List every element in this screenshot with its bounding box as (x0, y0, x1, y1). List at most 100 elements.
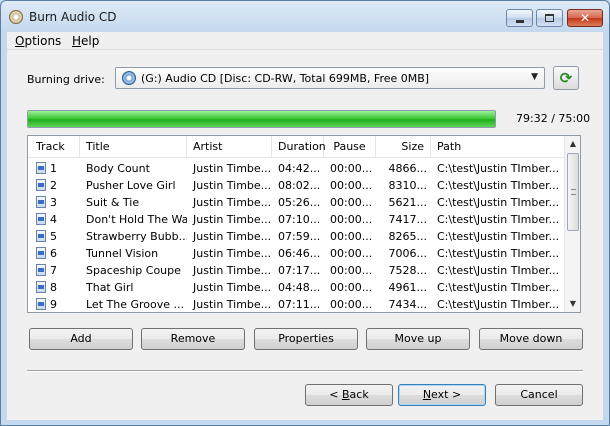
close-button[interactable]: ✕ (567, 9, 603, 27)
divider (27, 370, 583, 372)
properties-button[interactable]: Properties (254, 328, 358, 350)
audio-file-icon (36, 298, 46, 310)
move-down-button[interactable]: Move down (479, 328, 583, 350)
capacity-progress-fill (28, 111, 495, 127)
title-bar[interactable]: Burn Audio CD ✕ (1, 1, 609, 31)
cell-artist: Justin Timbe... (193, 281, 272, 294)
cell-path: C:\test\Justin TImber... (437, 213, 560, 226)
back-button[interactable]: < Back (305, 384, 393, 406)
capacity-time-readout: 79:32 / 75:00 (516, 112, 591, 125)
cell-track: 6 (28, 245, 80, 262)
maximize-button[interactable] (536, 9, 563, 27)
cell-size: 5621... (388, 196, 427, 209)
dialog-body: Burning drive: (G:) Audio CD [Disc: CD-R… (7, 50, 603, 420)
track-number: 2 (50, 179, 57, 192)
audio-file-icon (36, 179, 46, 191)
add-button[interactable]: Add (29, 328, 133, 350)
cell-duration: 07:17... (278, 264, 321, 277)
scrollbar-thumb[interactable] (567, 153, 579, 231)
cell-path: C:\test\Justin TImber... (437, 162, 560, 175)
move-up-button[interactable]: Move up (366, 328, 470, 350)
table-row[interactable]: 6 Tunnel Vision Justin Timbe... 06:46... 00:… (28, 245, 565, 262)
burning-drive-select[interactable]: (G:) Audio CD [Disc: CD-RW, Total 699MB,… (115, 67, 545, 89)
column-header-artist[interactable]: Artist (187, 136, 272, 158)
column-header-path[interactable]: Path (431, 136, 565, 158)
minimize-icon (515, 19, 524, 23)
menu-help[interactable]: Help (72, 34, 99, 48)
cell-pause: 00:00... (330, 298, 373, 311)
cancel-button[interactable]: Cancel (495, 384, 583, 406)
chevron-down-icon: ▼ (531, 72, 538, 82)
cell-title: Spaceship Coupe (86, 264, 181, 277)
grip-icon (571, 189, 576, 195)
track-number: 8 (50, 281, 57, 294)
table-row[interactable]: 3 Suit & Tie Justin Timbe... 05:26... 00:00.… (28, 194, 565, 211)
vertical-scrollbar[interactable]: ▲ ▼ (564, 136, 580, 312)
cell-title: Don't Hold The Wall (86, 213, 187, 226)
cell-duration: 04:48... (278, 281, 321, 294)
cell-artist: Justin Timbe... (193, 230, 272, 243)
cell-size: 4961... (388, 281, 427, 294)
cell-artist: Justin Timbe... (193, 298, 272, 311)
scroll-down-icon[interactable]: ▼ (565, 296, 580, 312)
cell-track: 8 (28, 279, 80, 296)
cell-pause: 00:00... (330, 179, 373, 192)
audio-file-icon (36, 264, 46, 276)
cell-path: C:\test\Justin TImber... (437, 179, 560, 192)
cell-duration: 04:42... (278, 162, 321, 175)
cell-duration: 05:26... (278, 196, 321, 209)
cell-title: Body Count (86, 162, 150, 175)
scroll-up-icon[interactable]: ▲ (565, 136, 580, 152)
track-number: 7 (50, 264, 57, 277)
cell-size: 7006... (388, 247, 427, 260)
cell-track: 7 (28, 262, 80, 279)
cell-track: 9 (28, 296, 80, 312)
cell-path: C:\test\Justin TImber... (437, 281, 560, 294)
column-header-duration[interactable]: Duration (272, 136, 326, 158)
column-header-size[interactable]: Size (376, 136, 431, 158)
table-row[interactable]: 1 Body Count Justin Timbe... 04:42... 00:00.… (28, 160, 565, 177)
cell-track: 4 (28, 211, 80, 228)
cell-title: Tunnel Vision (86, 247, 159, 260)
cell-duration: 07:11... (278, 298, 321, 311)
table-row[interactable]: 8 That Girl Justin Timbe... 04:48... 00:00..… (28, 279, 565, 296)
minimize-button[interactable] (506, 9, 533, 27)
cell-title: Let The Groove ... (86, 298, 184, 311)
refresh-icon: ⟳ (559, 69, 573, 87)
table-row[interactable]: 4 Don't Hold The Wall Justin Timbe... 07:10… (28, 211, 565, 228)
cell-path: C:\test\Justin TImber... (437, 230, 560, 243)
cell-pause: 00:00... (330, 196, 373, 209)
burn-audio-cd-window: Burn Audio CD ✕ Options Help Burning dri… (0, 0, 610, 426)
cell-artist: Justin Timbe... (193, 179, 272, 192)
cell-track: 3 (28, 194, 80, 211)
track-list[interactable]: Track Title Artist Duration Pause Size P… (27, 135, 581, 313)
cell-artist: Justin Timbe... (193, 264, 272, 277)
audio-file-icon (36, 230, 46, 242)
cell-artist: Justin Timbe... (193, 196, 272, 209)
column-header-track[interactable]: Track (28, 136, 80, 158)
close-icon: ✕ (579, 11, 591, 25)
cell-duration: 07:10... (278, 213, 321, 226)
table-row[interactable]: 7 Spaceship Coupe Justin Timbe... 07:17... 0… (28, 262, 565, 279)
column-header-pause[interactable]: Pause (324, 136, 376, 158)
refresh-drives-button[interactable]: ⟳ (553, 66, 579, 90)
track-number: 6 (50, 247, 57, 260)
cell-size: 8265... (388, 230, 427, 243)
cell-pause: 00:00... (330, 247, 373, 260)
track-number: 1 (50, 162, 57, 175)
cell-size: 7434... (388, 298, 427, 311)
track-number: 9 (50, 298, 57, 311)
table-row[interactable]: 5 Strawberry Bubb... Justin Timbe... 07:59.… (28, 228, 565, 245)
cell-size: 4866... (388, 162, 427, 175)
cell-size: 7417... (388, 213, 427, 226)
next-button[interactable]: Next > (398, 384, 486, 406)
cell-track: 1 (28, 160, 80, 177)
audio-file-icon (36, 213, 46, 225)
table-row[interactable]: 2 Pusher Love Girl Justin Timbe... 08:02...… (28, 177, 565, 194)
column-header-title[interactable]: Title (80, 136, 187, 158)
cell-pause: 00:00... (330, 264, 373, 277)
cell-title: Pusher Love Girl (86, 179, 176, 192)
menu-options[interactable]: Options (15, 34, 61, 48)
remove-button[interactable]: Remove (141, 328, 245, 350)
table-row[interactable]: 9 Let The Groove ... Justin Timbe... 07:11.… (28, 296, 565, 312)
